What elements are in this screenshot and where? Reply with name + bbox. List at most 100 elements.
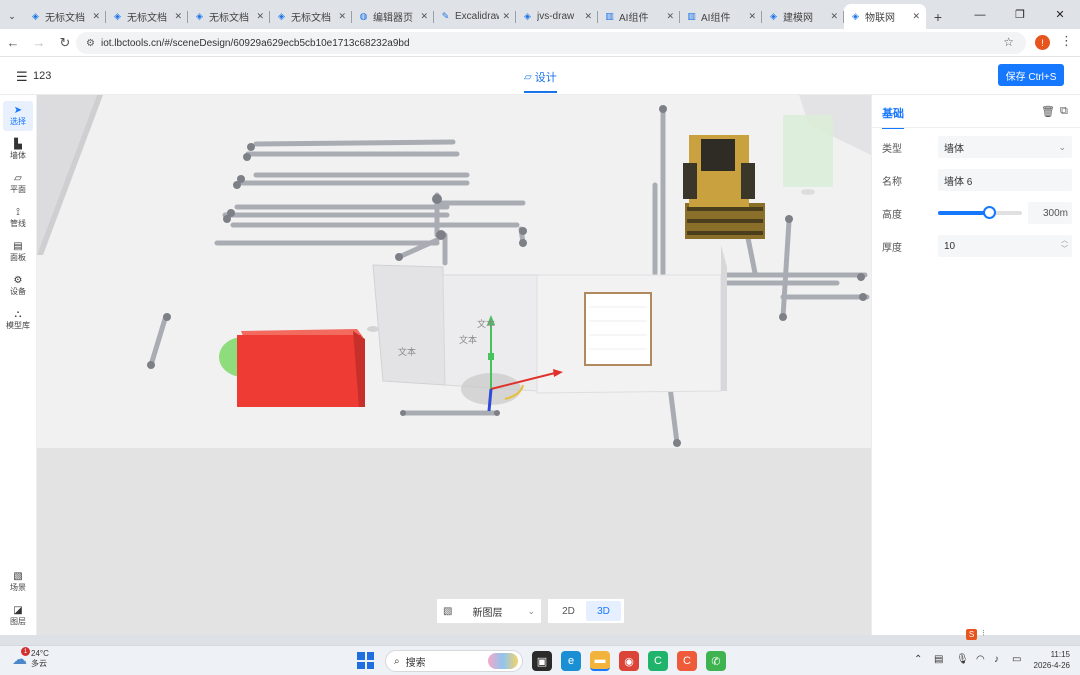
close-tab-icon[interactable]: ✕ [666, 11, 674, 22]
volume-icon[interactable]: ♪ [994, 654, 999, 665]
browser-tab[interactable]: ▥ AI组件 ✕ [680, 4, 762, 29]
type-select[interactable]: 墙体 ⌄ [938, 136, 1072, 158]
close-tab-icon[interactable]: ✕ [502, 11, 510, 22]
browser-tab[interactable]: ◍ 编辑器页 ✕ [352, 4, 434, 29]
new-tab-button[interactable]: + [926, 4, 950, 29]
browser-tab[interactable]: ◈ 建模网 ✕ [762, 4, 844, 29]
browser-tab[interactable]: ◈ 无标文档 ✕ [270, 4, 352, 29]
browser-tab-label: 无标文档 [209, 13, 249, 24]
tool-wall[interactable]: ▙ 墙体 [3, 135, 33, 165]
tool-label: 平面 [10, 185, 26, 194]
tool-panel[interactable]: ▤ 面板 [3, 237, 33, 267]
tool-scene[interactable]: ▧ 场景 [3, 567, 33, 597]
tab-list: ◈ 无标文档 ✕ ◈ 无标文档 ✕ ◈ 无标文档 ✕ ◈ 无标文档 ✕ ◍ 编辑器页 ✕ ✎ Excalidra… [24, 4, 926, 29]
wifi-icon[interactable]: ◠ [976, 654, 985, 665]
height-label: 高度 [882, 209, 902, 221]
weather-widget[interactable]: ☁ 1 24°C 多云 [12, 647, 49, 669]
tool-cursor[interactable]: ➤ 选择 [3, 101, 33, 131]
tray-app-icon[interactable]: ▤ [934, 654, 943, 665]
app-icon: ◈ [278, 11, 285, 21]
type-row: 类型 墙体 ⌄ [882, 136, 1072, 158]
delete-icon[interactable]: 🗑 [1041, 105, 1055, 118]
height-input[interactable]: 300m [1028, 202, 1072, 224]
tab-basic[interactable]: 基础 [882, 105, 904, 129]
taskbar-search-input[interactable]: ⌕ 搜索 [385, 650, 523, 672]
scene-viewport[interactable]: 文本 文本 文本 ▧ 新图层 ⌄ 2D 3D [37, 95, 871, 635]
tool-plane[interactable]: ▱ 平面 [3, 169, 33, 199]
name-input[interactable]: 墙体 6 [938, 169, 1072, 191]
reload-icon[interactable]: ↻ [52, 31, 78, 55]
left-toolbar: ➤ 选择 ▙ 墙体 ▱ 平面 ⟟ 管线 ▤ 面板 ⚙ 设备 ⛬ 模型库 ▧ 场景 ◪ 图层 [0, 95, 37, 635]
hamburger-menu-icon[interactable]: ☰ [16, 69, 28, 85]
close-tab-icon[interactable]: ✕ [92, 11, 100, 22]
close-tab-icon[interactable]: ✕ [830, 11, 838, 22]
save-button[interactable]: 保存 Ctrl+S [998, 64, 1064, 86]
minimize-icon[interactable]: — [960, 0, 1000, 29]
maximize-icon[interactable]: ❐ [1000, 0, 1040, 29]
back-icon[interactable]: ← [0, 31, 26, 55]
copy-icon[interactable]: ⧉ [1060, 105, 1068, 118]
layer-select-value: 新图层 [472, 607, 503, 619]
bookmark-star-icon[interactable]: ☆ [1003, 35, 1014, 49]
tray-expand-icon[interactable]: ⌃ [914, 654, 922, 665]
close-tab-icon[interactable]: ✕ [256, 11, 264, 22]
close-tab-icon[interactable]: ✕ [174, 11, 182, 22]
forward-icon[interactable]: → [26, 31, 52, 55]
tab-design[interactable]: ▱ 设计 [524, 69, 557, 93]
browser-tab[interactable]: ◈ 物联网 ✕ [844, 4, 926, 29]
layer-select[interactable]: ▧ 新图层 ⌄ [436, 598, 542, 624]
tool-model-library[interactable]: ⛬ 模型库 [3, 305, 33, 335]
browser-menu-icon[interactable]: ⋮ [1060, 33, 1073, 49]
task-view-icon[interactable]: ▣ [532, 651, 552, 671]
browser-tab[interactable]: ◈ 无标文档 ✕ [106, 4, 188, 29]
pipe-icon: ⟟ [16, 207, 20, 218]
browser-tab[interactable]: ◈ jvs-draw ✕ [516, 4, 598, 29]
edge-browser-icon[interactable]: e [561, 651, 581, 671]
plane-icon: ▱ [14, 173, 22, 184]
app-c-orange-icon[interactable]: C [677, 651, 697, 671]
browser-tab[interactable]: ◈ 无标文档 ✕ [188, 4, 270, 29]
file-explorer-icon[interactable]: ▬ [590, 651, 610, 671]
browser-tab[interactable]: ▥ AI组件 ✕ [598, 4, 680, 29]
close-window-icon[interactable]: ✕ [1040, 0, 1080, 29]
app-icon: ◈ [524, 11, 531, 21]
close-tab-icon[interactable]: ✕ [748, 11, 756, 22]
browser-tab[interactable]: ◈ 无标文档 ✕ [24, 4, 106, 29]
tool-device[interactable]: ⚙ 设备 [3, 271, 33, 301]
battery-icon[interactable]: ▭ [1012, 654, 1021, 665]
properties-panel: 基础 🗑 ⧉ 类型 墙体 ⌄ 名称 墙体 6 高度 300m 厚度 10 ︿ ﹀ … [871, 95, 1080, 640]
height-slider-handle[interactable] [983, 206, 997, 219]
profile-avatar[interactable]: ! [1035, 35, 1050, 50]
panel-text-label: 文本 [477, 319, 496, 329]
app-c-green-icon[interactable]: C [648, 651, 668, 671]
close-tab-icon[interactable]: ✕ [338, 11, 346, 22]
type-label: 类型 [882, 143, 902, 155]
ime-settings-icon[interactable]: ⁝ [982, 628, 985, 639]
wechat-icon[interactable]: ✆ [706, 651, 726, 671]
divider [872, 127, 1080, 128]
height-row: 高度 300m [882, 202, 1072, 224]
view-3d-button[interactable]: 3D [586, 601, 621, 621]
mic-icon[interactable]: 🎙 [956, 654, 969, 665]
stepper-arrows-icon[interactable]: ︿ ﹀ [1061, 236, 1068, 254]
system-clock[interactable]: 11:15 2026-4-26 [1030, 649, 1070, 671]
height-slider[interactable] [938, 206, 1022, 219]
green-ghost-object [783, 115, 833, 187]
tool-pipe[interactable]: ⟟ 管线 [3, 203, 33, 233]
thickness-stepper[interactable]: 10 ︿ ﹀ [938, 235, 1072, 257]
tool-layer[interactable]: ◪ 图层 [3, 601, 33, 631]
tool-label: 图层 [10, 617, 26, 626]
browser-tab[interactable]: ✎ Excalidraw ✕ [434, 4, 516, 29]
close-tab-icon[interactable]: ✕ [912, 11, 920, 22]
close-tab-icon[interactable]: ✕ [584, 11, 592, 22]
scene-canvas[interactable] [37, 95, 871, 635]
close-tab-icon[interactable]: ✕ [420, 11, 428, 22]
ime-s-icon[interactable]: S [966, 629, 977, 640]
chrome-icon[interactable]: ◉ [619, 651, 639, 671]
site-info-icon[interactable]: ⚙ [86, 38, 95, 49]
tab-search-chevron-icon[interactable]: ⌄ [0, 3, 24, 29]
url-input[interactable]: ⚙ iot.lbctools.cn/#/sceneDesign/60929a62… [76, 32, 1026, 54]
view-2d-button[interactable]: 2D [551, 601, 586, 621]
windows-start-icon[interactable] [357, 652, 374, 669]
design-icon: ▱ [524, 71, 532, 83]
